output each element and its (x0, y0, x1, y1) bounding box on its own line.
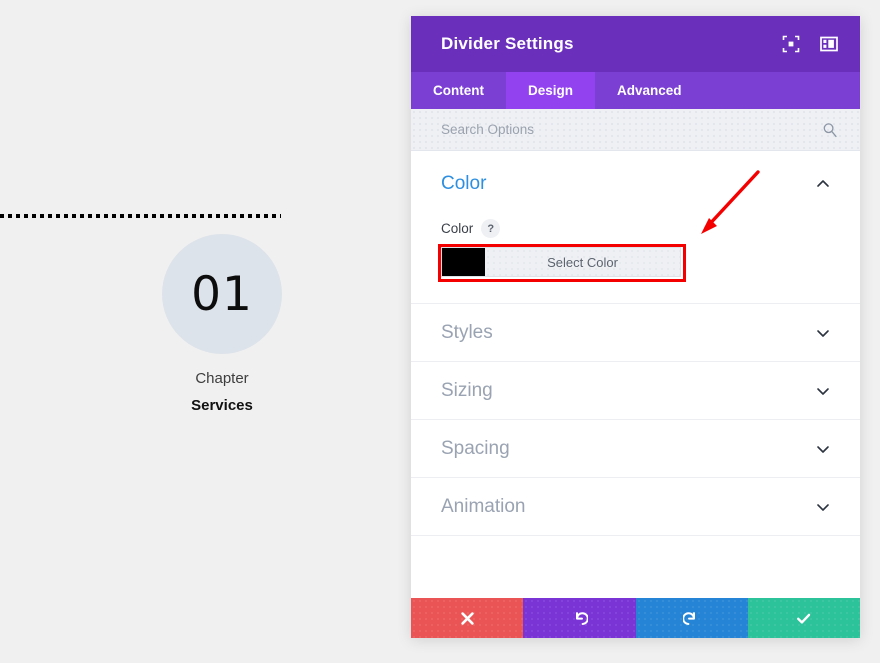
section-animation[interactable]: Animation (411, 478, 860, 536)
redo-icon (683, 611, 696, 625)
modal-tabbar: Content Design Advanced (411, 72, 860, 109)
chevron-down-icon[interactable] (816, 326, 830, 340)
tab-content[interactable]: Content (411, 72, 506, 109)
redo-button[interactable] (635, 598, 748, 638)
screen-root: 01 Chapter Services Divider Settings Con… (0, 0, 880, 663)
divider-settings-modal: Divider Settings Content Design Advanced… (411, 16, 860, 638)
divider-module-preview[interactable] (0, 214, 281, 218)
check-icon (797, 613, 811, 624)
section-styles[interactable]: Styles (411, 304, 860, 362)
save-button[interactable] (747, 598, 860, 638)
layout-panel-icon[interactable] (820, 35, 838, 53)
chapter-label: Chapter (195, 370, 249, 387)
cancel-button[interactable] (411, 598, 524, 638)
section-color-title: Color (441, 173, 487, 194)
help-icon[interactable]: ? (481, 219, 501, 238)
chapter-title: Services (191, 397, 253, 414)
color-field-label-row: Color ? (441, 219, 830, 238)
page-preview-canvas: 01 Chapter Services (0, 0, 411, 663)
chapter-number-circle: 01 (162, 234, 282, 354)
focus-target-icon[interactable] (782, 35, 800, 53)
tab-advanced[interactable]: Advanced (595, 72, 704, 109)
section-spacing[interactable]: Spacing (411, 420, 860, 478)
settings-panel-body: Color Color ? Select Color Styles Sizing… (411, 151, 860, 598)
undo-icon (575, 611, 588, 625)
color-picker-control: Select Color (438, 244, 686, 282)
chapter-number: 01 (191, 266, 253, 322)
chevron-down-icon[interactable] (816, 384, 830, 398)
tab-design[interactable]: Design (506, 72, 596, 109)
section-styles-title: Styles (441, 321, 493, 343)
section-color: Color Color ? Select Color (411, 151, 860, 304)
chevron-down-icon[interactable] (816, 500, 830, 514)
modal-action-bar (411, 598, 860, 638)
color-swatch[interactable] (442, 248, 485, 276)
color-field-label: Color (441, 221, 474, 236)
section-sizing-title: Sizing (441, 379, 493, 401)
search-options-bar (411, 109, 860, 151)
search-input[interactable] (441, 122, 822, 137)
search-icon[interactable] (822, 122, 838, 138)
section-animation-title: Animation (441, 495, 526, 517)
undo-button[interactable] (523, 598, 636, 638)
section-color-header[interactable]: Color (441, 173, 830, 195)
select-color-button[interactable]: Select Color (485, 248, 680, 276)
header-icon-group (782, 35, 838, 53)
close-icon (460, 611, 474, 625)
page-title: Divider Settings (441, 34, 574, 53)
chevron-up-icon[interactable] (816, 177, 830, 191)
chevron-down-icon[interactable] (816, 442, 830, 456)
section-sizing[interactable]: Sizing (411, 362, 860, 420)
modal-header: Divider Settings (411, 16, 860, 72)
section-spacing-title: Spacing (441, 437, 510, 459)
color-field: Color ? Select Color (438, 219, 830, 282)
